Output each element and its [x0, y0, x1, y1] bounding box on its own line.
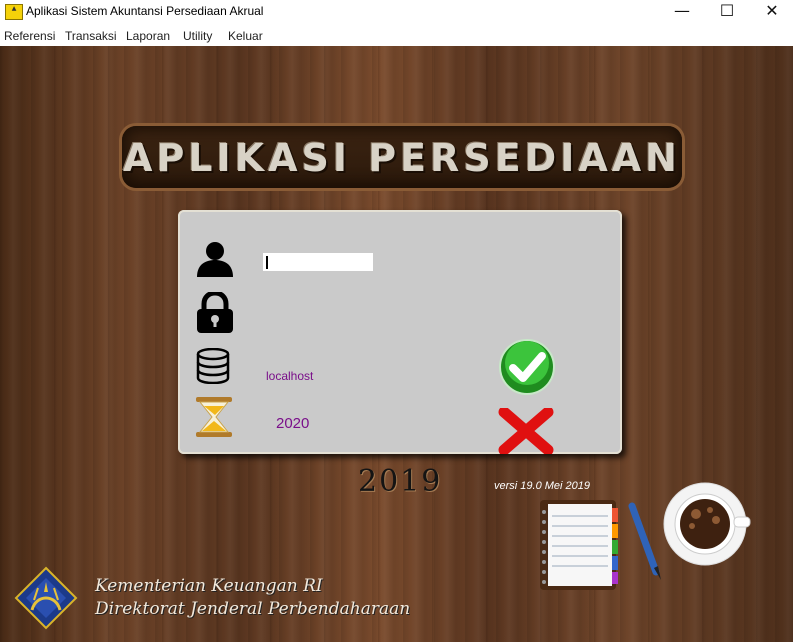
user-icon [197, 242, 233, 277]
cross-icon [498, 408, 554, 454]
username-input[interactable] [263, 253, 373, 271]
menu-referensi[interactable]: Referensi [4, 29, 55, 43]
menu-utility[interactable]: Utility [183, 29, 212, 43]
password-field[interactable] [263, 302, 373, 320]
app-banner: APLIKASI PERSEDIAAN [122, 126, 682, 188]
lock-icon [197, 292, 233, 333]
pen-icon [628, 502, 661, 580]
banner-title: APLIKASI PERSEDIAAN [123, 136, 681, 180]
main-background: APLIKASI PERSEDIAAN localhost 2020 2019 … [0, 46, 793, 642]
title-bar: ▲ Aplikasi Sistem Akuntansi Persediaan A… [0, 0, 793, 26]
database-icon [196, 348, 230, 384]
app-icon: ▲ [5, 4, 23, 20]
kemenkeu-logo [14, 566, 78, 630]
directorate-name: Direktorat Jenderal Perbendaharaan [95, 599, 411, 619]
server-name: localhost [266, 369, 314, 383]
minimize-button[interactable]: — [659, 0, 705, 24]
menu-bar: Referensi Transaksi Laporan Utility Kelu… [0, 26, 793, 46]
close-button[interactable]: ✕ [749, 0, 793, 24]
version-label: versi 19.0 Mei 2019 [494, 480, 590, 492]
text-caret [266, 256, 268, 269]
version-year: 2019 [358, 464, 443, 499]
fiscal-year: 2020 [276, 415, 310, 432]
maximize-button[interactable]: ☐ [704, 0, 750, 24]
login-ok-button[interactable] [498, 338, 556, 396]
ministry-name: Kementerian Keuangan RI [95, 576, 323, 596]
hourglass-icon [196, 397, 232, 437]
login-cancel-button[interactable] [498, 408, 554, 454]
coffee-cup-icon [663, 482, 751, 566]
menu-laporan[interactable]: Laporan [126, 29, 170, 43]
menu-transaksi[interactable]: Transaksi [65, 29, 117, 43]
login-panel: localhost 2020 [178, 210, 622, 454]
window-title: Aplikasi Sistem Akuntansi Persediaan Akr… [26, 4, 264, 18]
menu-keluar[interactable]: Keluar [228, 29, 263, 43]
notebook-icon [540, 500, 618, 590]
